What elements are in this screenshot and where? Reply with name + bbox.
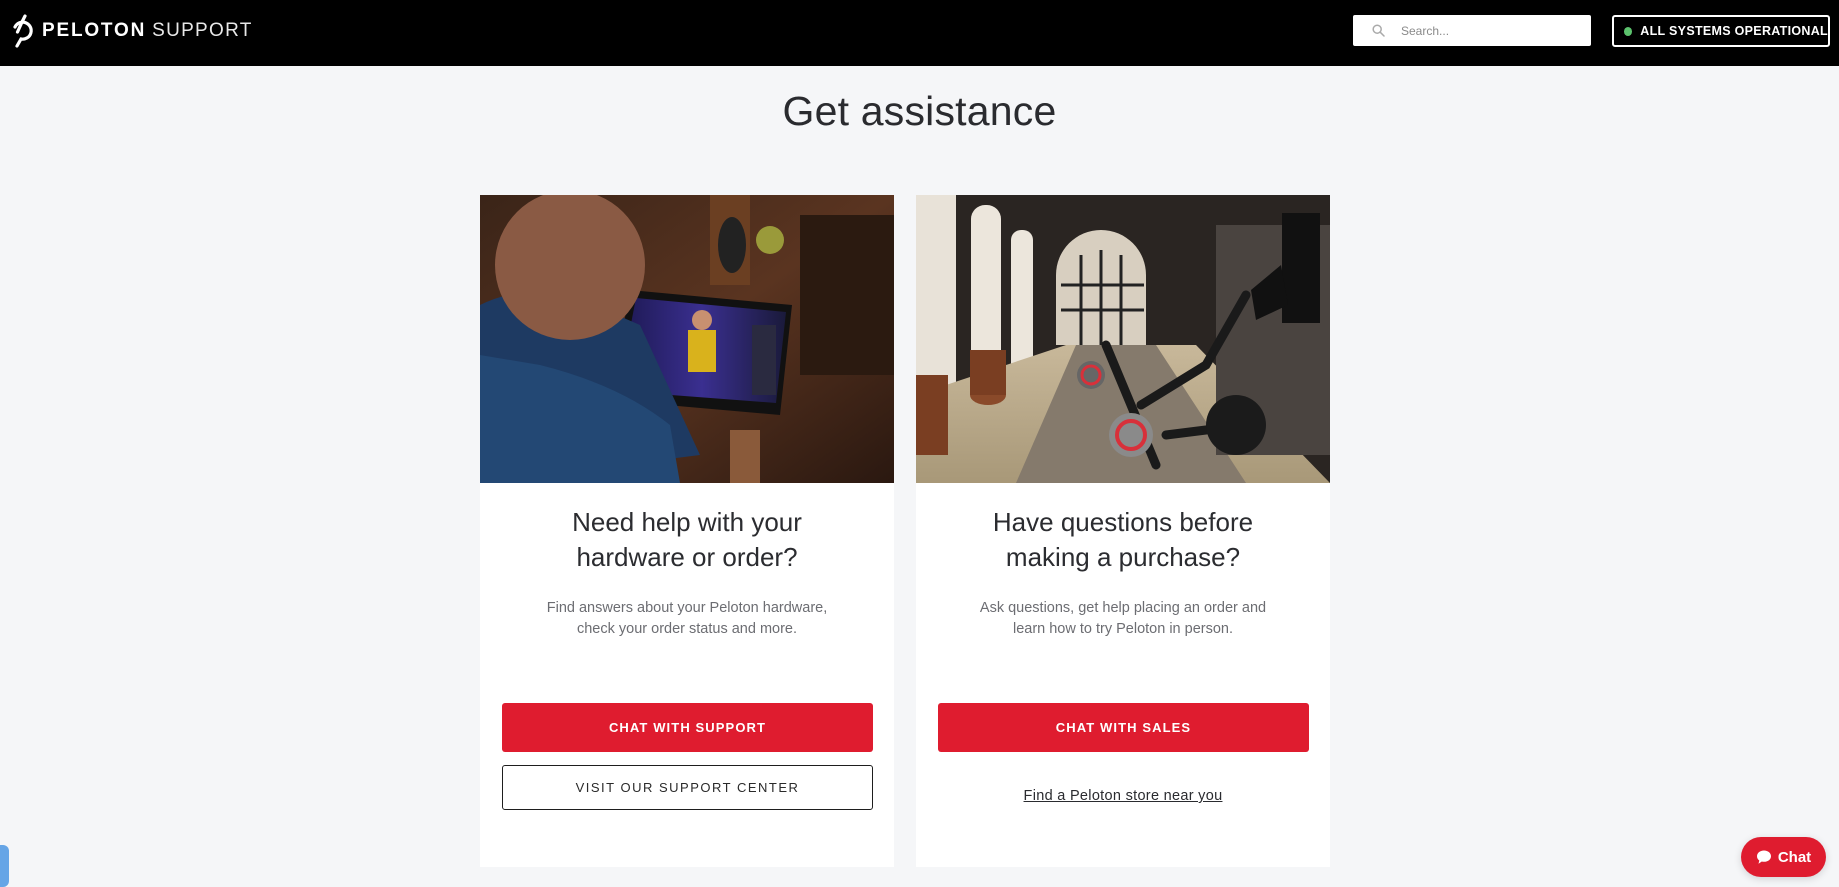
chat-with-support-button[interactable]: CHAT WITH SUPPORT [502, 703, 873, 752]
support-card-description: Find answers about your Peloton hardware… [480, 598, 894, 640]
brand-name: PELOTON [42, 20, 147, 41]
status-label: ALL SYSTEMS OPERATIONAL [1640, 24, 1828, 38]
heading-line-2: hardware or order? [576, 542, 798, 572]
section-name: SUPPORT [152, 20, 253, 41]
rider-photo-illustration [480, 195, 894, 483]
status-indicator-dot [1624, 26, 1633, 36]
feedback-side-tab[interactable] [0, 845, 9, 887]
search-input[interactable] [1401, 23, 1581, 38]
description-line-1: Ask questions, get help placing an order… [979, 600, 1267, 616]
find-store-link[interactable]: Find a Peloton store near you [916, 788, 1330, 804]
chat-with-sales-button[interactable]: CHAT WITH SALES [938, 703, 1309, 752]
heading-line-2: making a purchase? [1005, 542, 1241, 572]
speech-bubble-icon [1756, 850, 1771, 864]
system-status-button[interactable]: ALL SYSTEMS OPERATIONAL [1612, 15, 1830, 47]
sales-card-heading: Have questions before making a purchase? [916, 505, 1330, 575]
sales-card-description: Ask questions, get help placing an order… [916, 598, 1330, 640]
search-box[interactable] [1353, 15, 1591, 46]
heading-line-1: Have questions before [992, 507, 1254, 537]
description-line-2: learn how to try Peloton in person. [1012, 621, 1234, 637]
chat-widget-label: Chat [1777, 848, 1812, 866]
heading-line-1: Need help with your [572, 507, 802, 537]
description-line-2: check your order status and more. [576, 621, 798, 637]
page-title: Get assistance [782, 88, 1057, 134]
logo-wordmark: PELOTON SUPPORT [42, 20, 253, 42]
showroom-photo-illustration [916, 195, 1330, 483]
search-icon [1372, 24, 1385, 37]
support-card-image [480, 195, 894, 483]
support-card: Need help with your hardware or order? Fi… [480, 195, 894, 867]
sales-card-image [916, 195, 1330, 483]
peloton-support-logo[interactable]: PELOTON SUPPORT [8, 13, 253, 49]
peloton-logo-icon [13, 14, 33, 48]
description-line-1: Find answers about your Peloton hardware… [546, 600, 828, 616]
sales-card: Have questions before making a purchase? … [916, 195, 1330, 867]
top-navigation-bar: PELOTONSUPPORT ALL SYSTEMS OPERATIONAL [0, 0, 1839, 66]
visit-support-center-button[interactable]: VISIT OUR SUPPORT CENTER [502, 765, 873, 810]
chat-widget-button[interactable]: Chat [1741, 837, 1826, 877]
support-card-heading: Need help with your hardware or order? [480, 505, 894, 575]
